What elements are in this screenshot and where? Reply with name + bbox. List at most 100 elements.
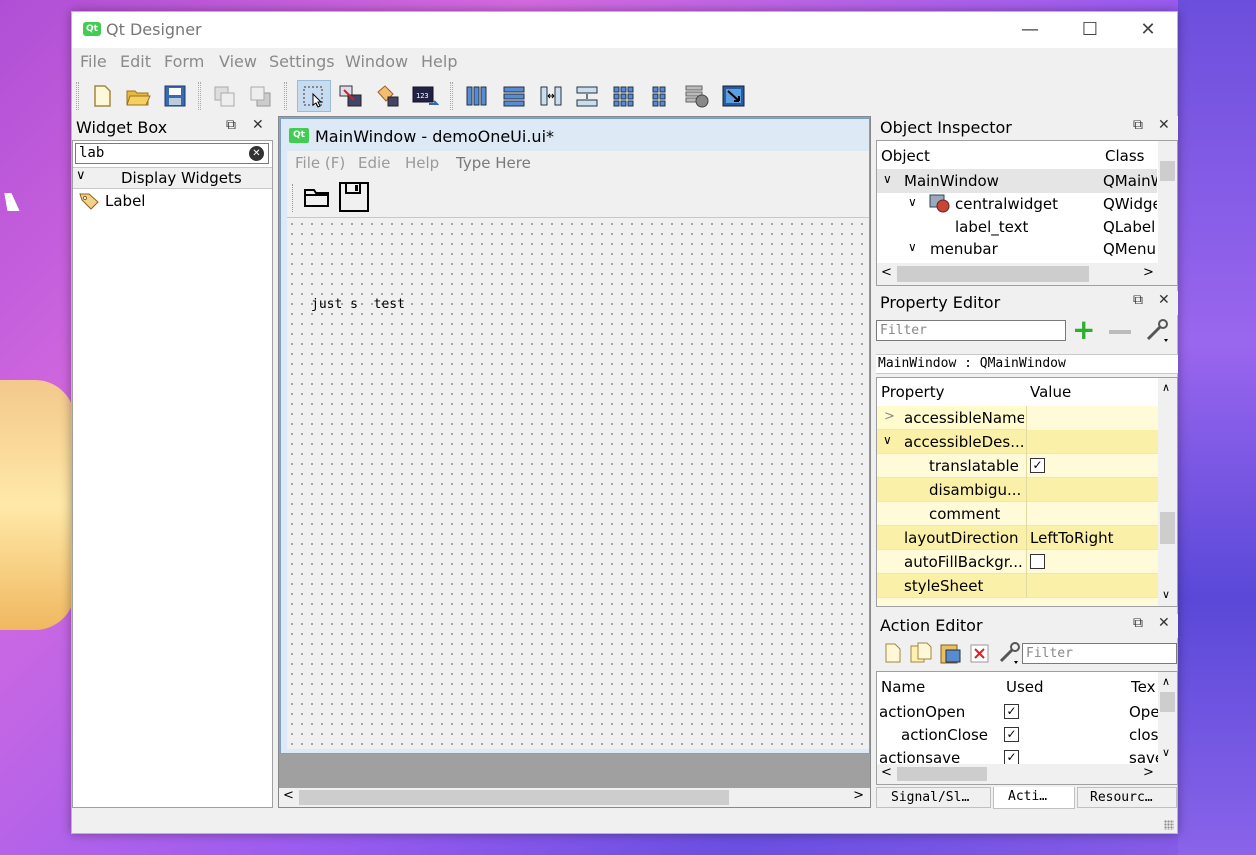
minimize-button[interactable]: — xyxy=(1010,18,1050,44)
delete-action-icon[interactable] xyxy=(970,644,990,664)
scroll-down-icon[interactable]: ∨ xyxy=(1162,746,1170,759)
new-action-icon[interactable] xyxy=(884,642,902,664)
send-to-back-button[interactable] xyxy=(208,80,242,112)
form-menu-help[interactable]: Help xyxy=(405,154,439,172)
tab-signal-slot-editor[interactable]: Signal/Sl… xyxy=(876,787,991,808)
scroll-thumb[interactable] xyxy=(1160,692,1175,712)
scroll-thumb[interactable] xyxy=(897,767,987,781)
break-layout-button[interactable] xyxy=(680,80,714,112)
property-value[interactable] xyxy=(1026,502,1158,526)
tree-row[interactable]: ∨ centralwidget QWidge xyxy=(877,192,1157,216)
tab-action-editor[interactable]: Acti… xyxy=(993,787,1075,809)
action-row[interactable]: actionsave ✓ save xyxy=(877,746,1158,766)
close-icon[interactable]: ✕ xyxy=(1158,615,1170,631)
chevron-down-icon[interactable]: ∨ xyxy=(883,433,892,447)
scroll-thumb[interactable] xyxy=(1160,512,1175,544)
menu-file[interactable]: File xyxy=(80,52,107,71)
vertical-scrollbar[interactable]: ∧ ∨ xyxy=(1158,378,1177,606)
scroll-right-icon[interactable]: > xyxy=(1143,765,1154,780)
add-property-icon[interactable]: + xyxy=(1072,313,1095,346)
save-icon[interactable] xyxy=(338,181,370,213)
form-menu-edie[interactable]: Edie xyxy=(358,154,390,172)
scroll-up-icon[interactable]: ∧ xyxy=(1162,381,1170,394)
edit-tab-order-button[interactable]: 123 xyxy=(408,80,442,112)
property-row[interactable]: ∨ accessibleDes... xyxy=(877,430,1158,454)
scroll-up-icon[interactable]: ∧ xyxy=(1162,675,1170,688)
action-row[interactable]: actionOpen ✓ Ope xyxy=(877,700,1158,724)
tree-row[interactable]: ∨ MainWindow QMainW xyxy=(877,169,1157,193)
save-form-button[interactable] xyxy=(158,80,192,112)
scroll-left-icon[interactable]: < xyxy=(283,788,294,803)
action-row[interactable]: actionClose ✓ clos xyxy=(877,723,1158,747)
new-form-button[interactable] xyxy=(85,80,119,112)
close-icon[interactable]: ✕ xyxy=(1158,292,1170,308)
clear-filter-icon[interactable]: ✕ xyxy=(249,146,264,161)
property-value[interactable] xyxy=(1026,454,1158,478)
close-icon[interactable]: ✕ xyxy=(1158,117,1170,133)
scroll-down-icon[interactable]: ∨ xyxy=(1162,588,1170,601)
scroll-left-icon[interactable]: < xyxy=(881,265,892,280)
horizontal-scrollbar[interactable]: < > xyxy=(877,764,1177,784)
float-icon[interactable]: ⧉ xyxy=(226,117,236,133)
chevron-down-icon[interactable]: ∨ xyxy=(908,240,917,254)
tab-resource-browser[interactable]: Resourc… xyxy=(1077,787,1177,808)
property-filter-input[interactable]: Filter xyxy=(876,320,1066,341)
maximize-button[interactable]: ☐ xyxy=(1070,18,1110,44)
tree-row[interactable]: ∨ menubar QMenu xyxy=(877,237,1157,261)
menu-window[interactable]: Window xyxy=(345,52,408,71)
property-value[interactable] xyxy=(1026,574,1158,598)
widget-filter-input[interactable]: lab ✕ xyxy=(75,143,269,164)
action-used-checkbox[interactable]: ✓ xyxy=(1004,727,1019,742)
resize-grip-icon[interactable] xyxy=(1164,820,1174,830)
scroll-left-icon[interactable]: < xyxy=(881,765,892,780)
property-row[interactable]: styleSheet xyxy=(877,574,1158,598)
tree-row[interactable]: label_text QLabel xyxy=(877,215,1157,239)
vertical-splitter-button[interactable] xyxy=(570,80,604,112)
translatable-checkbox[interactable]: ✓ xyxy=(1030,458,1045,473)
vertical-scrollbar[interactable] xyxy=(1158,141,1177,263)
scroll-right-icon[interactable]: > xyxy=(853,788,864,803)
scroll-thumb[interactable] xyxy=(897,266,1089,282)
property-value[interactable] xyxy=(1026,406,1158,430)
property-value[interactable] xyxy=(1026,478,1158,502)
close-button[interactable]: ✕ xyxy=(1128,18,1168,44)
property-row[interactable]: layoutDirection LeftToRight xyxy=(877,526,1158,550)
menu-settings[interactable]: Settings xyxy=(269,52,335,71)
edit-buddies-button[interactable] xyxy=(371,80,405,112)
label-text-widget[interactable]: just s test xyxy=(311,297,405,312)
lay-out-horizontally-button[interactable] xyxy=(460,80,494,112)
horizontal-scrollbar[interactable]: < > xyxy=(877,263,1177,285)
menu-edit[interactable]: Edit xyxy=(120,52,151,71)
form-canvas[interactable]: just s test xyxy=(287,219,869,749)
property-value[interactable] xyxy=(1026,550,1158,574)
edit-widgets-button[interactable] xyxy=(297,80,331,112)
menu-view[interactable]: View xyxy=(219,52,257,71)
form-layout-button[interactable] xyxy=(643,80,677,112)
chevron-right-icon[interactable]: > xyxy=(884,409,895,424)
action-used-checkbox[interactable]: ✓ xyxy=(1004,704,1019,719)
form-menu-type-here[interactable]: Type Here xyxy=(456,154,531,172)
float-icon[interactable]: ⧉ xyxy=(1133,615,1143,631)
open-folder-icon[interactable] xyxy=(303,185,331,209)
float-icon[interactable]: ⧉ xyxy=(1133,292,1143,308)
autofill-background-checkbox[interactable] xyxy=(1030,554,1045,569)
lay-out-vertically-button[interactable] xyxy=(497,80,531,112)
edit-signals-slots-button[interactable] xyxy=(334,80,368,112)
property-value[interactable]: LeftToRight xyxy=(1026,526,1158,550)
scroll-right-icon[interactable]: > xyxy=(1143,265,1154,280)
close-icon[interactable]: ✕ xyxy=(252,117,264,133)
property-row[interactable]: comment xyxy=(877,502,1158,526)
mdi-horizontal-scrollbar[interactable]: < > xyxy=(279,788,870,807)
menu-form[interactable]: Form xyxy=(164,52,204,71)
open-form-button[interactable] xyxy=(121,80,155,112)
horizontal-splitter-button[interactable] xyxy=(534,80,568,112)
adjust-size-button[interactable] xyxy=(717,80,751,112)
scroll-thumb[interactable] xyxy=(299,790,729,805)
property-value[interactable] xyxy=(1026,430,1158,454)
chevron-down-icon[interactable]: ∨ xyxy=(883,172,892,186)
property-row[interactable]: disambigu... xyxy=(877,478,1158,502)
property-row[interactable]: translatable ✓ xyxy=(877,454,1158,478)
copy-action-icon[interactable] xyxy=(909,642,933,664)
display-widgets-category[interactable]: ∨ Display Widgets xyxy=(73,167,272,189)
bring-to-front-button[interactable] xyxy=(244,80,278,112)
